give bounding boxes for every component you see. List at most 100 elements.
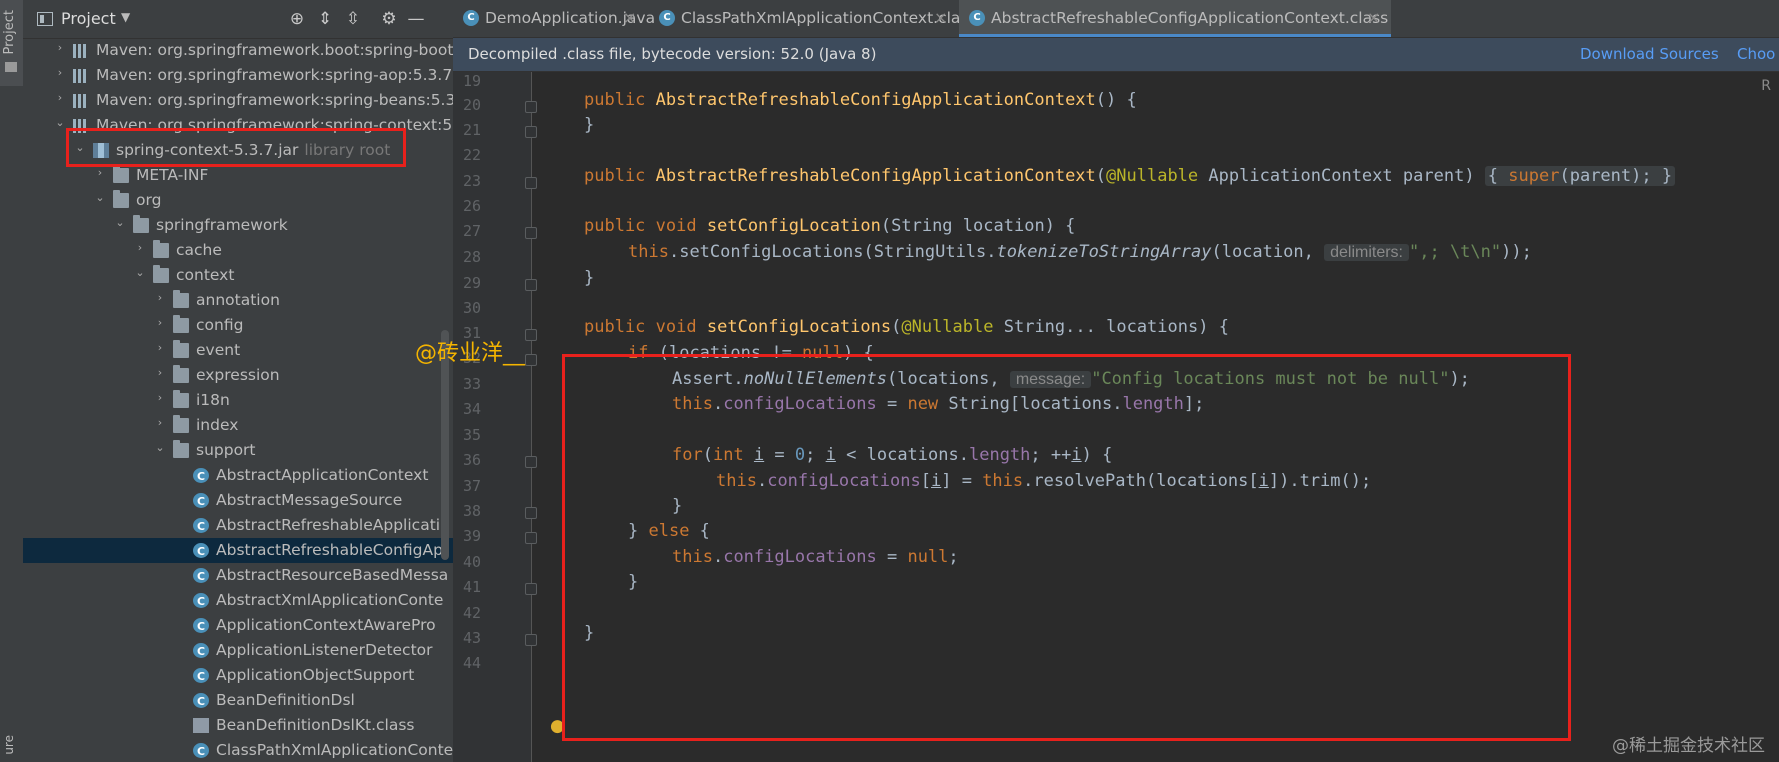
tree-item[interactable]: › config [23, 313, 453, 338]
highlight-box-method [562, 354, 1571, 741]
chevron-right-icon[interactable]: › [153, 391, 167, 404]
tree-item-label: ApplicationContextAwarePro [216, 616, 436, 634]
tree-item[interactable]: › index [23, 413, 453, 438]
library-icon [73, 43, 89, 58]
folder-icon [173, 340, 189, 358]
tree-item-label: AbstractMessageSource [216, 491, 402, 509]
download-sources-link[interactable]: Download Sources [1580, 45, 1719, 63]
chevron-right-icon[interactable]: › [153, 316, 167, 329]
target-icon[interactable]: ⊕ [286, 8, 308, 30]
chevron-down-icon[interactable]: ▼ [121, 10, 130, 24]
chevron-right-icon[interactable]: › [93, 166, 107, 179]
tree-item[interactable]: C ApplicationObjectSupport [23, 663, 453, 688]
chevron-right-icon[interactable]: › [133, 241, 147, 254]
tree-item[interactable]: C ClassPathXmlApplicationConte [23, 738, 453, 762]
tree-item[interactable]: C AbstractApplicationContext [23, 463, 453, 488]
library-icon [73, 68, 89, 83]
tree-item-text: support [196, 441, 256, 459]
class-icon: C [193, 743, 209, 758]
tree-item[interactable]: BeanDefinitionDslKt.class [23, 713, 453, 738]
code-line: } [584, 268, 595, 288]
tab-label: AbstractRefreshableConfigApplicationCont… [991, 9, 1389, 27]
close-icon[interactable]: × [623, 8, 636, 27]
folder-icon [173, 415, 189, 433]
minimize-icon[interactable]: — [405, 8, 427, 30]
chevron-right-icon[interactable]: › [53, 66, 67, 79]
code-line: public AbstractRefreshableConfigApplicat… [584, 90, 1137, 110]
tree-item-label: support [196, 441, 256, 459]
tree-item-label: ApplicationObjectSupport [216, 666, 414, 684]
tree-item[interactable]: C AbstractRefreshableApplicatio [23, 513, 453, 538]
expand-all-icon[interactable]: ⇕ [314, 8, 336, 30]
tree-item-text: AbstractResourceBasedMessa [216, 566, 449, 584]
tree-item[interactable]: › expression [23, 363, 453, 388]
chevron-right-icon[interactable]: › [153, 366, 167, 379]
project-panel-header: Project ▼ ⊕ ⇕ ⇳ ⚙ — [23, 0, 453, 39]
tree-item[interactable]: › i18n [23, 388, 453, 413]
tree-item-text: index [196, 416, 239, 434]
chevron-down-icon[interactable]: ⌄ [133, 266, 147, 279]
chevron-down-icon[interactable]: ⌄ [93, 191, 107, 204]
folder-icon [153, 265, 169, 283]
tree-item-label: i18n [196, 391, 230, 409]
folder-icon [153, 240, 169, 258]
class-icon: C [193, 518, 209, 533]
tree-item-label: cache [176, 241, 222, 259]
project-tool-tab[interactable]: Project [0, 0, 23, 86]
tree-item[interactable]: ⌄ org [23, 188, 453, 213]
tree-item[interactable]: › Maven: org.springframework.boot:spring-… [23, 38, 453, 63]
tree-item-text: event [196, 341, 241, 359]
tab-classpath-xml-context[interactable]: C ClassPathXmlApplicationContext.class × [649, 0, 977, 37]
tree-item[interactable]: › event [23, 338, 453, 363]
tree-item-label: ApplicationListenerDetector [216, 641, 433, 659]
tree-item-label: config [196, 316, 243, 334]
choose-sources-link[interactable]: Choo [1737, 45, 1775, 63]
tree-item[interactable]: C AbstractMessageSource [23, 488, 453, 513]
tree-item[interactable]: ⌄ support [23, 438, 453, 463]
collapse-all-icon[interactable]: ⇳ [342, 8, 364, 30]
tree-item[interactable]: › Maven: org.springframework:spring-beans… [23, 88, 453, 113]
tree-item-text: ClassPathXmlApplicationConte [216, 741, 453, 759]
chevron-right-icon[interactable]: › [153, 291, 167, 304]
code-line: public AbstractRefreshableConfigApplicat… [584, 166, 1676, 190]
chevron-down-icon[interactable]: ⌄ [53, 116, 67, 129]
editor-tabs: C DemoApplication.java × C ClassPathXmlA… [453, 0, 1779, 38]
tree-item[interactable]: ⌄ springframework [23, 213, 453, 238]
tree-item[interactable]: C ApplicationContextAwarePro [23, 613, 453, 638]
tree-item-text: BeanDefinitionDsl [216, 691, 355, 709]
tab-label: ClassPathXmlApplicationContext.class [681, 9, 977, 27]
folder-icon [173, 290, 189, 308]
tree-item[interactable]: › cache [23, 238, 453, 263]
tree-item-text: config [196, 316, 244, 334]
ide-window: Project ure Project ▼ ⊕ ⇕ ⇳ ⚙ — › Maven: … [0, 0, 1779, 762]
chevron-down-icon[interactable]: ⌄ [153, 441, 167, 454]
class-icon: C [193, 618, 209, 633]
tab-abstract-refreshable-config[interactable]: C AbstractRefreshableConfigApplicationCo… [959, 0, 1391, 37]
tree-item-text: cache [176, 241, 222, 259]
tree-item[interactable]: C AbstractResourceBasedMessa [23, 563, 453, 588]
tab-demo-application[interactable]: C DemoApplication.java × [453, 0, 655, 37]
close-icon[interactable]: × [1367, 8, 1380, 27]
chevron-right-icon[interactable]: › [153, 416, 167, 429]
tree-item[interactable]: ⌄ context [23, 263, 453, 288]
chevron-right-icon[interactable]: › [153, 341, 167, 354]
tree-item[interactable]: C AbstractXmlApplicationConte [23, 588, 453, 613]
tree-item[interactable]: C BeanDefinitionDsl [23, 688, 453, 713]
tree-item[interactable]: › Maven: org.springframework:spring-aop:5… [23, 63, 453, 88]
chevron-right-icon[interactable]: › [53, 91, 67, 104]
structure-tool-label[interactable]: ure [2, 735, 16, 755]
gear-icon[interactable]: ⚙ [378, 8, 400, 30]
tree-item-text: org [136, 191, 162, 209]
tree-item[interactable]: › annotation [23, 288, 453, 313]
close-icon[interactable]: × [934, 8, 947, 27]
reader-mode-toggle[interactable]: R [1761, 78, 1771, 94]
highlight-box-jar [66, 128, 406, 167]
chevron-right-icon[interactable]: › [53, 41, 67, 54]
tree-item-label: META-INF [136, 166, 208, 184]
tree-item-label: springframework [156, 216, 288, 234]
tree-item[interactable]: C ApplicationListenerDetector [23, 638, 453, 663]
tree-item[interactable]: C AbstractRefreshableConfigAp [23, 538, 453, 563]
code-line: public void setConfigLocation(String loc… [584, 216, 1076, 236]
project-view-title[interactable]: Project [61, 9, 116, 28]
chevron-down-icon[interactable]: ⌄ [113, 216, 127, 229]
